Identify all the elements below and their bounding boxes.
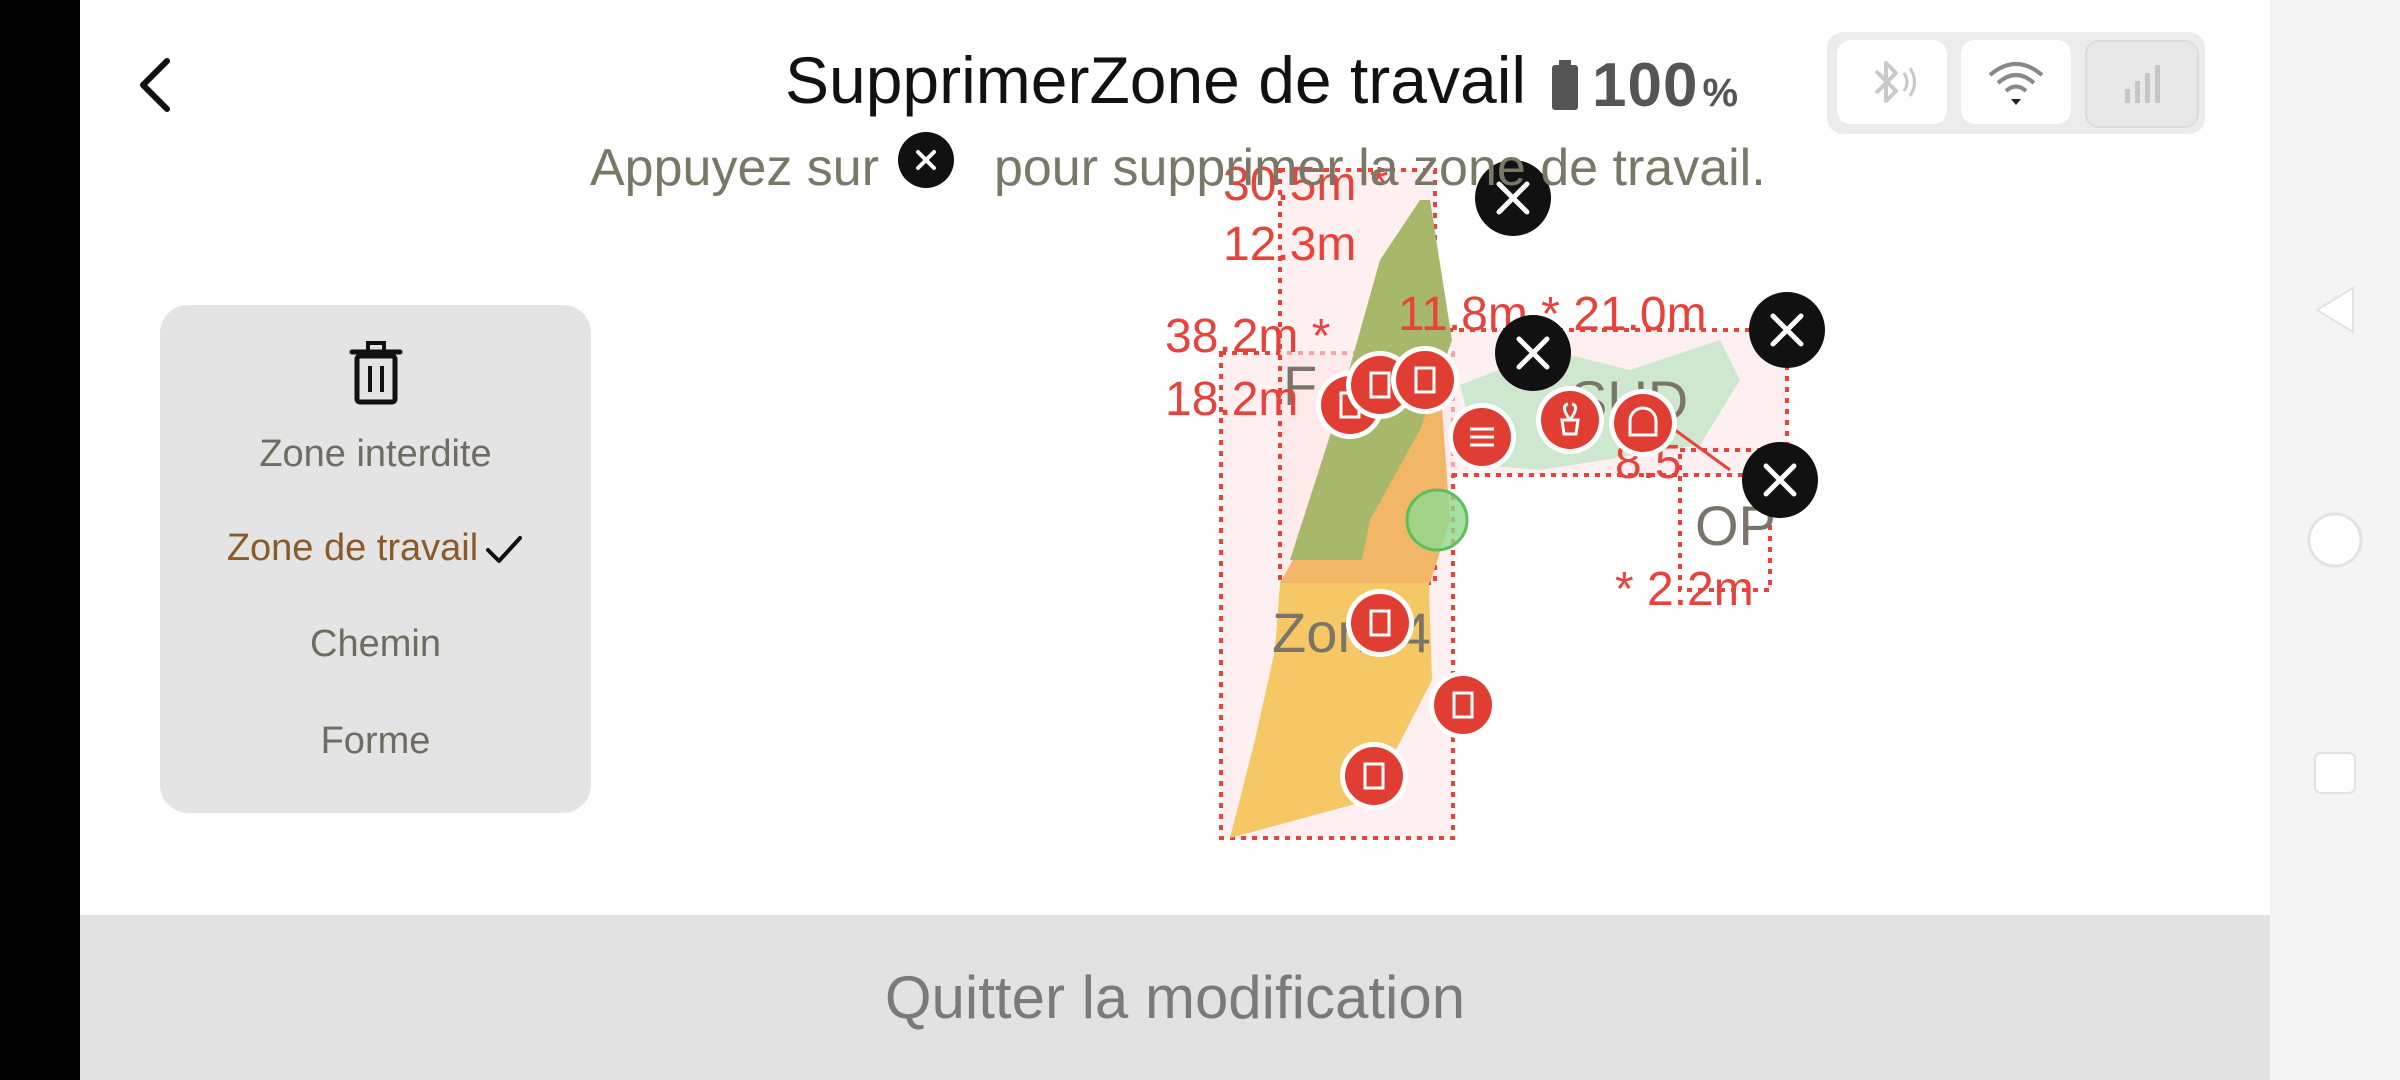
hint-text-after: pour supprimer la zone de travail.: [993, 139, 1766, 197]
square-recents-icon: [2314, 752, 2356, 794]
dimension-label-4-line2: * 2.2m: [1615, 563, 1754, 616]
dimension-label-1-line2: 12.3m: [1223, 218, 1356, 271]
tool-menu: Zone interdite Zone de travail Chemin Fo…: [160, 305, 591, 813]
nav-home-button[interactable]: [2300, 505, 2370, 575]
map-marker[interactable]: [1448, 403, 1516, 471]
circle-home-icon: [2307, 512, 2363, 568]
delete-hint: Appuyez sur pour supprimer la zone de tr…: [590, 138, 1766, 198]
nav-back-button[interactable]: [2300, 275, 2370, 345]
left-black-edge: [0, 0, 80, 1080]
map-marker[interactable]: [1346, 589, 1414, 657]
delete-zone-button[interactable]: [1749, 292, 1825, 368]
menu-item-label: Zone de travail: [226, 527, 479, 569]
menu-item-zone-de-travail[interactable]: Zone de travail: [160, 527, 591, 570]
delete-zone-button[interactable]: [1495, 315, 1571, 391]
dimension-label-2-line2: 18.2m: [1165, 373, 1298, 426]
delete-zone-button[interactable]: [1742, 442, 1818, 518]
map-marker[interactable]: [1340, 742, 1408, 810]
menu-item-forme[interactable]: Forme: [160, 720, 591, 763]
map-marker[interactable]: [1391, 346, 1459, 414]
close-icon: [898, 132, 954, 188]
menu-item-zone-interdite[interactable]: Zone interdite: [160, 433, 591, 476]
app-screen: SupprimerZone de travail 100 % F OP 30.5…: [80, 0, 2270, 1080]
nav-recents-button[interactable]: [2300, 738, 2370, 808]
map-handle[interactable]: [1405, 488, 1469, 552]
dimension-label-2-line1: 38.2m *: [1165, 310, 1330, 363]
trash-icon[interactable]: [340, 335, 412, 411]
hint-text-before: Appuyez sur: [590, 139, 880, 197]
quit-edit-button[interactable]: Quitter la modification: [80, 915, 2270, 1080]
menu-item-chemin[interactable]: Chemin: [160, 623, 591, 666]
checkmark-icon: [486, 535, 523, 563]
triangle-back-icon: [2315, 286, 2354, 334]
map-marker[interactable]: [1536, 386, 1604, 454]
map-marker[interactable]: [1429, 671, 1497, 739]
map-marker[interactable]: [1609, 389, 1677, 457]
